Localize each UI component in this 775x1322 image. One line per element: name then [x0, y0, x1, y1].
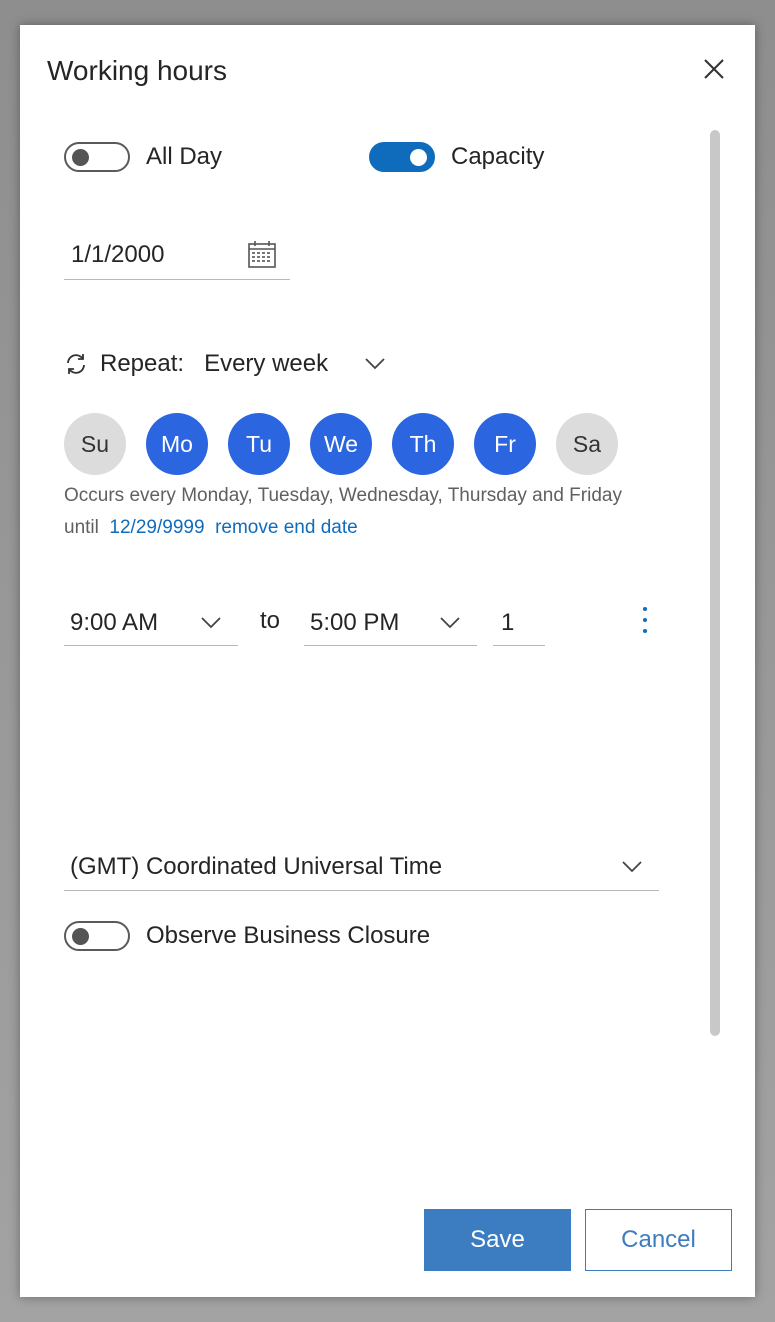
date-field[interactable]: 1/1/2000 [64, 230, 290, 280]
capacity-toggle[interactable] [369, 142, 435, 172]
day-selector: Su Mo Tu We Th Fr Sa [64, 413, 638, 475]
end-time-value: 5:00 PM [310, 608, 400, 636]
timezone-value: (GMT) Coordinated Universal Time [70, 852, 443, 880]
all-day-row: All Day [64, 142, 222, 172]
more-options-icon[interactable] [636, 603, 654, 639]
business-closure-row: Observe Business Closure [64, 921, 430, 951]
scrollbar[interactable] [710, 130, 720, 1036]
business-closure-label: Observe Business Closure [146, 922, 431, 949]
repeat-value[interactable]: Every week [204, 350, 328, 378]
day-button-sunday[interactable]: Su [64, 413, 126, 475]
toggle-knob [72, 928, 89, 945]
day-button-thursday[interactable]: Th [392, 413, 454, 475]
end-time-dropdown[interactable]: 5:00 PM [304, 600, 477, 646]
day-button-monday[interactable]: Mo [146, 413, 208, 475]
save-button[interactable]: Save [424, 1209, 571, 1271]
day-button-saturday[interactable]: Sa [556, 413, 618, 475]
timezone-dropdown[interactable]: (GMT) Coordinated Universal Time [64, 843, 659, 891]
repeat-label: Repeat: [100, 350, 185, 377]
dialog-title: Working hours [47, 55, 228, 86]
date-value: 1/1/2000 [71, 240, 165, 268]
day-button-wednesday[interactable]: We [310, 413, 372, 475]
close-icon [704, 59, 724, 79]
repeat-row[interactable]: Repeat: Every week [64, 350, 386, 378]
end-date-link[interactable]: 12/29/9999 [109, 517, 204, 538]
capacity-row: Capacity [369, 142, 544, 172]
until-label: until [64, 517, 99, 538]
chevron-down-icon [440, 616, 460, 628]
chevron-down-icon [622, 860, 642, 872]
recurrence-summary: Occurs every Monday, Tuesday, Wednesday,… [64, 480, 704, 544]
repeat-icon [67, 354, 85, 374]
start-time-value: 9:00 AM [70, 608, 159, 636]
capacity-input[interactable]: 1 [493, 600, 545, 646]
all-day-label: All Day [146, 143, 223, 170]
capacity-label: Capacity [451, 143, 545, 170]
chevron-down-icon [201, 616, 221, 628]
day-button-friday[interactable]: Fr [474, 413, 536, 475]
window-backdrop: Working hours All Day Capacity 1/1/2000 [0, 0, 775, 1322]
day-button-tuesday[interactable]: Tu [228, 413, 290, 475]
cancel-button[interactable]: Cancel [585, 1209, 732, 1271]
remove-end-date-link[interactable]: remove end date [215, 517, 358, 538]
recurrence-text: Occurs every Monday, Tuesday, Wednesday,… [64, 485, 622, 506]
capacity-value: 1 [501, 608, 515, 636]
close-button[interactable] [700, 55, 728, 83]
toggle-knob [72, 149, 89, 166]
working-hours-dialog: Working hours All Day Capacity 1/1/2000 [20, 25, 755, 1297]
toggle-knob [410, 149, 427, 166]
all-day-toggle[interactable] [64, 142, 130, 172]
start-time-dropdown[interactable]: 9:00 AM [64, 600, 238, 646]
to-label: to [260, 607, 281, 634]
calendar-icon[interactable] [246, 239, 278, 271]
chevron-down-icon[interactable] [364, 357, 386, 371]
business-closure-toggle[interactable] [64, 921, 130, 951]
